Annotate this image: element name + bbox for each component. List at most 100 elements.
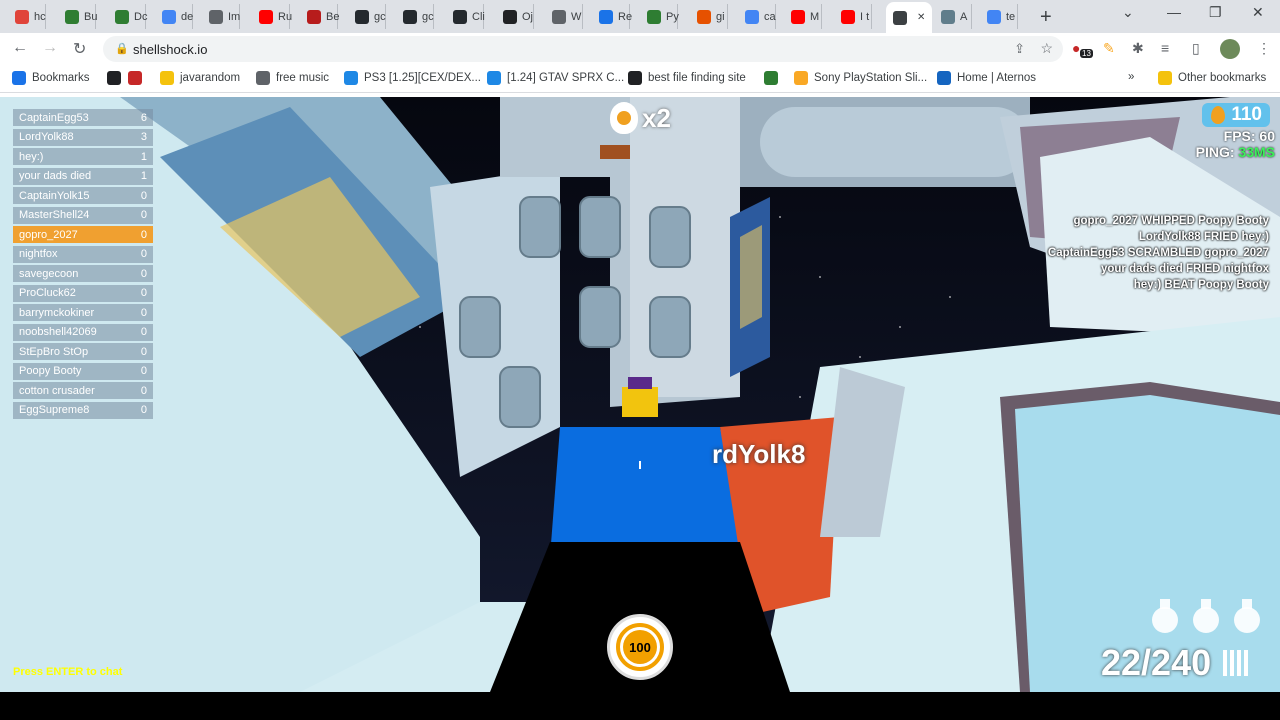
- browser-tab[interactable]: Bu: [58, 4, 97, 29]
- player-name: noobshell42069: [19, 326, 97, 338]
- browser-tab[interactable]: ca: [738, 4, 776, 29]
- extension-icon[interactable]: ● 13: [1072, 40, 1093, 58]
- crosshair: [639, 461, 641, 469]
- browser-tab[interactable]: Ru: [252, 4, 292, 29]
- player-name: StEpBro StOp: [19, 345, 89, 358]
- scoreboard-row: EggSupreme8 0: [13, 401, 153, 419]
- tab-favicon-icon: [65, 9, 79, 24]
- player-score: 0: [140, 384, 147, 397]
- player-name: savegecoon: [19, 267, 79, 280]
- browser-tab[interactable]: de: [155, 4, 193, 29]
- media-icon[interactable]: ≡: [1161, 40, 1169, 56]
- browser-tab[interactable]: Oj: [496, 4, 534, 29]
- tab-label: hc: [34, 10, 46, 23]
- game-scene: [0, 97, 1280, 692]
- player-score: 0: [140, 287, 147, 299]
- tab-label: Oj: [522, 10, 533, 23]
- egg-count: 110: [1231, 104, 1262, 125]
- bookmark-item[interactable]: PS3 [1.25][CEX/DEX...: [344, 71, 481, 85]
- tab-label: gc: [422, 10, 434, 23]
- tab-favicon-icon: [115, 9, 129, 24]
- scoreboard-row: StEpBro StOp 0: [13, 343, 153, 360]
- fps-label: FPS:: [1223, 128, 1256, 144]
- tab-favicon-icon: [403, 9, 417, 24]
- speaker-icon: [893, 10, 907, 25]
- bookmark-item[interactable]: best file finding site: [628, 71, 746, 85]
- forward-button[interactable]: →: [42, 39, 58, 57]
- browser-tab[interactable]: A: [934, 4, 972, 29]
- browser-tab[interactable]: Dc: [108, 4, 147, 29]
- game-canvas[interactable]: CaptainEgg53 6 LordYolk88 3 hey:) 1 your dads …: [0, 97, 1280, 692]
- browser-chrome: hc Bu Dc de Im Ru Be gc gc Cli Oj W Re Py gi ca M I t ✕ Ate…: [0, 0, 1280, 97]
- tab-search-icon[interactable]: ⌄: [1122, 4, 1134, 21]
- player-name: LordYolk88: [19, 131, 74, 143]
- reload-button[interactable]: ↻: [73, 39, 86, 59]
- avatar[interactable]: [1220, 39, 1240, 59]
- tab-favicon-icon: [941, 9, 955, 24]
- player-score: 3: [140, 131, 147, 143]
- heart-icon: [128, 71, 142, 85]
- menu-icon[interactable]: ⋮: [1257, 40, 1271, 57]
- bookmark-item[interactable]: javarandom: [160, 71, 240, 85]
- browser-tab[interactable]: Py: [640, 4, 679, 29]
- browser-tab[interactable]: M: [784, 4, 822, 29]
- bookmark-item[interactable]: [764, 71, 778, 85]
- bookmark-item[interactable]: [1.24] GTAV SPRX C...: [487, 71, 624, 85]
- browser-tab[interactable]: gc: [348, 4, 386, 29]
- player-name: gopro_2027: [19, 228, 78, 241]
- ammo-bars-icon: [1223, 650, 1249, 676]
- tab-favicon-icon: [355, 9, 369, 24]
- puzzle-icon[interactable]: ✱: [1132, 40, 1144, 57]
- scoreboard-row: gopro_2027 0: [13, 226, 153, 243]
- bookmark-item[interactable]: Sony PlayStation Sli...: [794, 71, 927, 85]
- close-button[interactable]: ✕: [1252, 4, 1264, 21]
- browser-tab[interactable]: Cli: [446, 4, 485, 29]
- star-bookmark-icon[interactable]: ☆: [1040, 40, 1053, 57]
- url-text[interactable]: shellshock.io: [133, 42, 207, 57]
- extension-badge: 13: [1080, 49, 1093, 58]
- globe-icon: [107, 71, 121, 85]
- bookmark-label: best file finding site: [648, 72, 746, 84]
- tab-label: gc: [374, 10, 386, 23]
- browser-tab[interactable]: ✕: [886, 2, 932, 33]
- tab-favicon-icon: [503, 9, 517, 24]
- player-score: 0: [140, 228, 147, 241]
- app-icon: [764, 71, 778, 85]
- tab-close-icon[interactable]: ✕: [917, 12, 925, 23]
- browser-tab[interactable]: gi: [690, 4, 728, 29]
- bookmark-label: PS3 [1.25][CEX/DEX...: [364, 72, 481, 84]
- perf-stats: FPS: 60 PING: 33MS: [1196, 128, 1275, 160]
- ping-label: PING:: [1195, 144, 1235, 160]
- folder-icon: [1158, 71, 1172, 85]
- restore-button[interactable]: ❐: [1209, 4, 1222, 21]
- browser-tab[interactable]: Re: [592, 4, 632, 29]
- browser-tab[interactable]: te: [980, 4, 1018, 29]
- player-score: 0: [140, 326, 147, 338]
- bookmark-item[interactable]: [107, 71, 121, 85]
- toolbar: ← → ↻ 🔒 shellshock.io ⇪ ☆ ● 13 ✎ ✱ ≡ ▯ ⋮: [0, 33, 1280, 65]
- new-tab-button[interactable]: +: [1040, 6, 1052, 29]
- player-score: 6: [140, 111, 147, 124]
- browser-tab[interactable]: W: [545, 4, 583, 29]
- other-bookmarks[interactable]: Other bookmarks: [1158, 71, 1266, 85]
- back-button[interactable]: ←: [12, 39, 28, 57]
- browser-tab[interactable]: Im: [202, 4, 240, 29]
- player-name: cotton crusader: [19, 384, 95, 397]
- browser-tab[interactable]: hc: [8, 4, 46, 29]
- browser-tab[interactable]: Be: [300, 4, 339, 29]
- sidepanel-icon[interactable]: ▯: [1192, 40, 1200, 57]
- editor-extension-icon[interactable]: ✎: [1103, 40, 1115, 57]
- address-bar[interactable]: 🔒 shellshock.io ⇪ ☆: [103, 36, 1063, 62]
- bookmark-item[interactable]: Bookmarks: [12, 71, 90, 85]
- bag-icon: [794, 71, 808, 85]
- share-icon[interactable]: ⇪: [1014, 41, 1025, 57]
- player-name: MasterShell24: [19, 209, 90, 221]
- more-bookmarks-button[interactable]: »: [1128, 71, 1134, 83]
- bookmark-item[interactable]: Home | Aternos: [937, 71, 1036, 85]
- scoreboard-row: savegecoon 0: [13, 265, 153, 282]
- bookmark-item[interactable]: [128, 71, 142, 85]
- browser-tab[interactable]: gc: [396, 4, 434, 29]
- bookmark-item[interactable]: free music: [256, 71, 329, 85]
- minimize-button[interactable]: —: [1167, 4, 1181, 20]
- browser-tab[interactable]: I t: [834, 4, 872, 29]
